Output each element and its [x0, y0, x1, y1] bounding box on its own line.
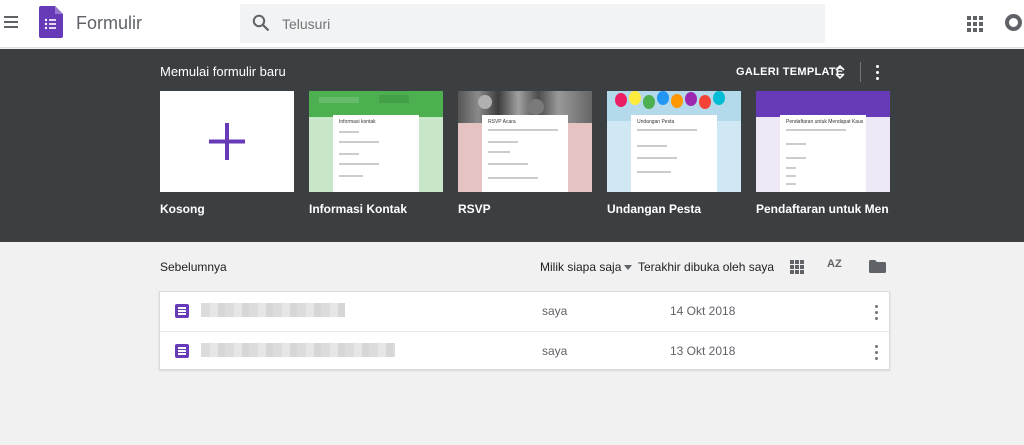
search-bar[interactable]	[240, 4, 825, 43]
template-contact-info[interactable]: Informasi kontak Informasi Kontak	[309, 91, 443, 216]
date-cell: 14 Okt 2018	[670, 304, 736, 318]
template-thumbnail[interactable]: Pendaftaran untuk Mendapat Kaus	[756, 91, 890, 192]
thumbnail-title: Informasi kontak	[339, 119, 376, 125]
template-gallery: Memulai formulir baru GALERI TEMPLATE Ko…	[0, 49, 1024, 242]
template-label: Kosong	[160, 202, 205, 216]
template-tshirt-signup[interactable]: Pendaftaran untuk Mendapat Kaus Pendafta…	[756, 91, 890, 216]
thumbnail-title: Pendaftaran untuk Mendapat Kaus	[786, 119, 864, 125]
thumbnail-title: Undangan Pesta	[637, 119, 675, 125]
form-icon	[175, 344, 189, 358]
forms-logo-icon[interactable]	[39, 6, 63, 38]
plus-icon	[209, 123, 245, 160]
date-cell: 13 Okt 2018	[670, 344, 736, 358]
account-icon[interactable]	[1005, 14, 1022, 31]
sort-label[interactable]: Terakhir dibuka oleh saya	[638, 260, 774, 274]
template-gallery-button[interactable]: GALERI TEMPLATE	[736, 66, 844, 78]
form-name-blurred	[201, 343, 395, 357]
apps-grid-icon[interactable]	[967, 16, 983, 32]
template-rsvp[interactable]: RSVP Acara RSVP	[458, 91, 592, 216]
menu-icon[interactable]	[4, 13, 20, 31]
top-bar: Formulir	[0, 0, 1024, 48]
dropdown-caret-icon[interactable]	[624, 265, 632, 270]
template-label: RSVP	[458, 202, 491, 216]
template-thumbnail[interactable]: Informasi kontak	[309, 91, 443, 192]
template-party-invite[interactable]: Undangan Pesta Undangan Pesta	[607, 91, 741, 216]
list-item[interactable]: saya 14 Okt 2018	[160, 292, 889, 331]
template-thumbnail[interactable]: Undangan Pesta	[607, 91, 741, 192]
gallery-title: Memulai formulir baru	[160, 64, 286, 79]
thumbnail-title: RSVP Acara	[488, 119, 516, 125]
more-vert-icon[interactable]	[872, 344, 882, 360]
owner-cell: saya	[542, 304, 568, 318]
more-vert-icon[interactable]	[873, 64, 883, 80]
more-vert-icon[interactable]	[872, 304, 882, 320]
search-icon[interactable]	[252, 14, 270, 32]
app-title: Formulir	[76, 13, 142, 33]
sort-az-icon[interactable]: AZ	[827, 258, 842, 270]
section-title: Sebelumnya	[160, 260, 227, 274]
template-thumbnail[interactable]	[160, 91, 294, 192]
folder-icon[interactable]	[869, 260, 886, 273]
template-label: Informasi Kontak	[309, 202, 408, 216]
form-icon	[175, 304, 189, 318]
owner-filter-dropdown[interactable]: Milik siapa saja	[540, 260, 621, 274]
search-input[interactable]	[282, 4, 812, 43]
template-label: Undangan Pesta	[607, 202, 702, 216]
owner-cell: saya	[542, 344, 568, 358]
template-thumbnail[interactable]: RSVP Acara	[458, 91, 592, 192]
forms-list: saya 14 Okt 2018 saya 13 Okt 2018	[159, 291, 890, 370]
form-name-blurred	[201, 303, 345, 317]
template-label: Pendaftaran untuk Men…	[756, 202, 890, 216]
list-item[interactable]: saya 13 Okt 2018	[160, 331, 889, 370]
unfold-more-icon[interactable]	[834, 63, 846, 81]
grid-view-icon[interactable]	[790, 260, 804, 274]
divider	[860, 62, 861, 82]
template-blank[interactable]: Kosong	[160, 91, 294, 216]
